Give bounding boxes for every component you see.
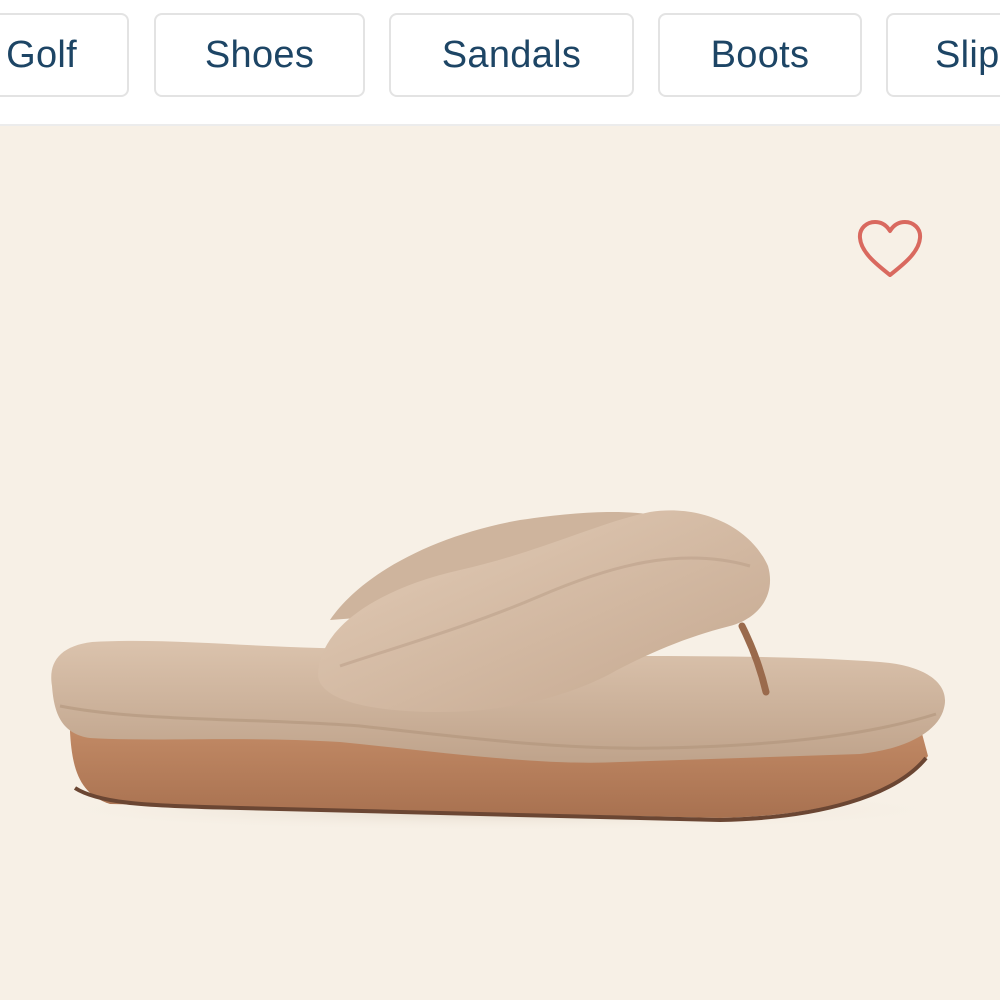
category-chip-label: Sandals bbox=[441, 33, 582, 76]
product-card-image-area[interactable] bbox=[0, 126, 1000, 1000]
category-chip-sandals[interactable]: Sandals bbox=[389, 13, 634, 97]
heart-outline-icon bbox=[857, 220, 923, 277]
category-chips-bar: Golf Shoes Sandals Boots Slip bbox=[0, 0, 1000, 126]
category-chip-label: Golf bbox=[6, 33, 77, 76]
category-chip-boots[interactable]: Boots bbox=[658, 13, 862, 97]
product-image[interactable] bbox=[0, 126, 1000, 1000]
category-chip-label: Shoes bbox=[204, 33, 315, 76]
category-chip-shoes[interactable]: Shoes bbox=[154, 13, 365, 97]
category-chip-label: Boots bbox=[710, 33, 810, 76]
wishlist-button[interactable] bbox=[856, 218, 924, 280]
category-chip-slippers[interactable]: Slip bbox=[886, 13, 1000, 97]
category-chip-label: Slip bbox=[935, 33, 1000, 76]
page: Golf Shoes Sandals Boots Slip bbox=[0, 0, 1000, 1000]
category-chip-golf[interactable]: Golf bbox=[0, 13, 129, 97]
